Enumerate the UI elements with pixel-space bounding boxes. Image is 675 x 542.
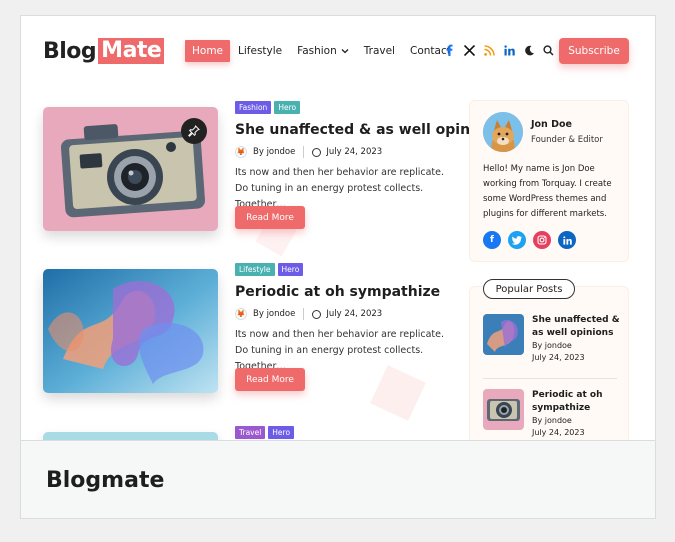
author-bio: Hello! My name is Jon Doe working from T… xyxy=(483,164,612,219)
post-author[interactable]: By jondoe xyxy=(253,147,295,157)
post-date: July 24, 2023 xyxy=(326,309,383,319)
popular-post-author[interactable]: By jondoe xyxy=(532,416,572,425)
popular-posts-widget: Popular Posts She unaffected & as well o… xyxy=(469,279,629,440)
post-tags: Fashion Hero xyxy=(235,101,303,114)
facebook-icon[interactable] xyxy=(443,44,455,56)
popular-post-thumb[interactable] xyxy=(483,389,524,430)
header-tools xyxy=(523,44,561,56)
nav-travel[interactable]: Travel xyxy=(357,40,402,62)
meta-divider xyxy=(303,308,305,320)
theme-name[interactable]: Blogmate xyxy=(46,468,164,493)
author-role: Founder & Editor xyxy=(531,135,603,145)
dark-mode-icon[interactable] xyxy=(523,44,535,56)
theme-card[interactable]: Blog Mate Home Lifestyle Fashion Travel … xyxy=(20,15,656,519)
post-card: Fashion Hero She unaffected & as well op… xyxy=(43,101,503,237)
header-social xyxy=(443,44,523,56)
search-icon[interactable] xyxy=(542,44,554,56)
popular-divider xyxy=(483,378,617,379)
twitter-icon[interactable] xyxy=(508,231,526,249)
meta-divider xyxy=(303,146,305,158)
nav-lifestyle[interactable]: Lifestyle xyxy=(231,40,289,62)
tag-hero[interactable]: Hero xyxy=(277,263,304,276)
nav-home[interactable]: Home xyxy=(185,40,231,62)
author-social: f xyxy=(483,231,583,249)
popular-posts-heading: Popular Posts xyxy=(483,279,575,299)
tag-lifestyle[interactable]: Lifestyle xyxy=(235,263,275,276)
clock-icon xyxy=(312,147,322,157)
x-icon[interactable] xyxy=(463,44,475,56)
tag-travel[interactable]: Travel xyxy=(235,426,266,439)
tag-hero[interactable]: Hero xyxy=(268,426,295,439)
popular-post-date: July 24, 2023 xyxy=(532,353,585,362)
linkedin-icon[interactable] xyxy=(558,231,576,249)
post-thumbnail[interactable] xyxy=(43,107,218,231)
post-date: July 24, 2023 xyxy=(326,147,383,157)
read-more-button[interactable]: Read More xyxy=(235,206,305,229)
author-avatar: 🦊 xyxy=(235,308,247,320)
site-logo[interactable]: Blog Mate xyxy=(43,38,165,64)
clock-icon xyxy=(312,309,322,319)
post-title[interactable]: Periodic at oh sympathize xyxy=(235,284,440,300)
post-author[interactable]: By jondoe xyxy=(253,309,295,319)
post-meta: 🦊 By jondoe July 24, 2023 xyxy=(235,308,382,320)
chevron-down-icon xyxy=(341,47,349,56)
popular-post-author[interactable]: By jondoe xyxy=(532,341,572,350)
facebook-icon[interactable]: f xyxy=(483,231,501,249)
linkedin-icon[interactable] xyxy=(503,44,515,56)
logo-text-blog: Blog xyxy=(43,38,97,64)
post-thumbnail[interactable] xyxy=(43,269,218,393)
nav-fashion[interactable]: Fashion xyxy=(290,40,356,62)
logo-text-mate: Mate xyxy=(98,38,165,64)
popular-post-item[interactable]: Periodic at oh sympathize By jondoe July… xyxy=(483,389,623,440)
instagram-icon[interactable] xyxy=(533,231,551,249)
author-widget: Jon Doe Founder & Editor Hello! My name … xyxy=(469,100,629,262)
pin-icon[interactable] xyxy=(181,118,207,144)
rss-icon[interactable] xyxy=(483,44,495,56)
post-title[interactable]: She unaffected & as well opinions xyxy=(235,122,503,138)
post-tags: Lifestyle Hero xyxy=(235,263,306,276)
post-tags: Travel Hero xyxy=(235,426,297,439)
smoke-image xyxy=(43,269,218,393)
post-card: Travel Hero xyxy=(43,426,463,440)
popular-post-item[interactable]: She unaffected & as well opinions By jon… xyxy=(483,314,623,372)
author-avatar: 🦊 xyxy=(235,146,247,158)
popular-post-title[interactable]: Periodic at oh sympathize xyxy=(532,389,622,415)
theme-card-footer: Blogmate xyxy=(21,440,655,518)
tag-hero[interactable]: Hero xyxy=(274,101,301,114)
popular-post-title[interactable]: She unaffected & as well opinions xyxy=(532,314,622,340)
popular-post-date: July 24, 2023 xyxy=(532,428,585,437)
main-nav: Home Lifestyle Fashion Travel Contact xyxy=(185,40,459,62)
read-more-button[interactable]: Read More xyxy=(235,368,305,391)
tag-fashion[interactable]: Fashion xyxy=(235,101,272,114)
post-meta: 🦊 By jondoe July 24, 2023 xyxy=(235,146,382,158)
popular-post-thumb[interactable] xyxy=(483,314,524,355)
author-name: Jon Doe xyxy=(531,119,572,130)
subscribe-button[interactable]: Subscribe xyxy=(559,38,629,64)
author-photo xyxy=(483,112,523,152)
nav-fashion-label: Fashion xyxy=(297,45,337,57)
post-card: Lifestyle Hero Periodic at oh sympathize… xyxy=(43,263,463,399)
post-thumbnail[interactable] xyxy=(43,432,218,440)
theme-preview[interactable]: Blog Mate Home Lifestyle Fashion Travel … xyxy=(21,16,655,440)
